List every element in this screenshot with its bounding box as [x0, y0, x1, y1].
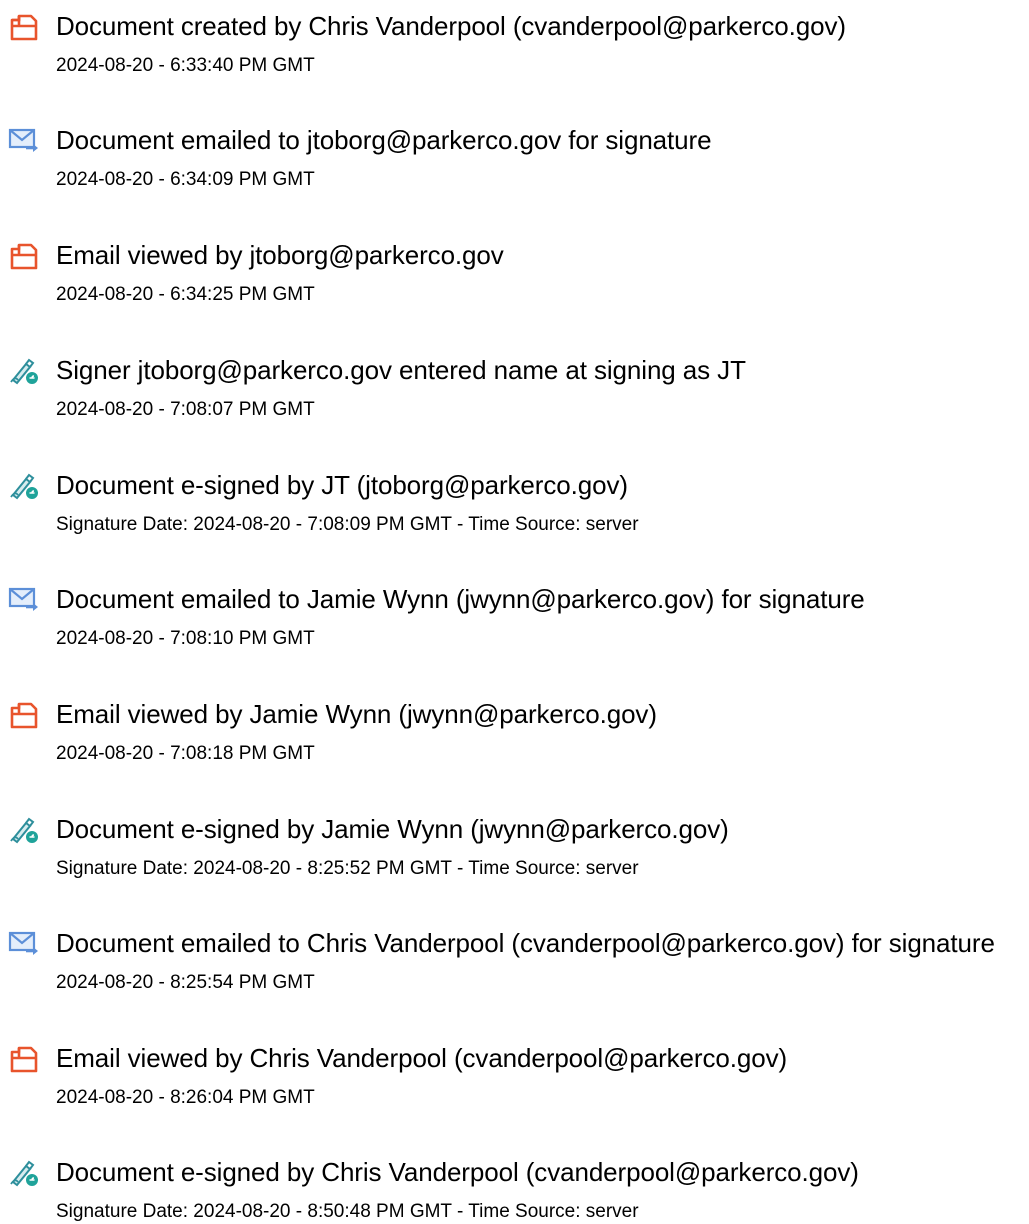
event-signature-date: Signature Date: 2024-08-20 - 8:50:48 PM … [56, 1201, 639, 1222]
event-title: Document emailed to Chris Vanderpool (cv… [56, 928, 995, 958]
signature-pen-icon [8, 815, 42, 845]
audit-event: Document emailed to jtoborg@parkerco.gov… [0, 114, 1029, 214]
email-sent-icon [8, 126, 42, 156]
event-timestamp: 2024-08-20 - 7:08:18 PM GMT [56, 743, 315, 764]
email-sent-icon [8, 929, 42, 959]
event-title: Document e-signed by Jamie Wynn (jwynn@p… [56, 814, 729, 844]
event-title: Document emailed to jtoborg@parkerco.gov… [56, 125, 712, 155]
signature-pen-icon [8, 356, 42, 386]
event-timestamp: 2024-08-20 - 6:34:25 PM GMT [56, 284, 315, 305]
audit-event: Email viewed by jtoborg@parkerco.gov 202… [0, 229, 1029, 329]
event-title: Document emailed to Jamie Wynn (jwynn@pa… [56, 584, 865, 614]
audit-event: Document e-signed by JT (jtoborg@parkerc… [0, 459, 1029, 559]
audit-event: Document emailed to Chris Vanderpool (cv… [0, 917, 1029, 1017]
audit-event: Signer jtoborg@parkerco.gov entered name… [0, 344, 1029, 444]
audit-event: Document e-signed by Jamie Wynn (jwynn@p… [0, 803, 1029, 903]
signature-pen-icon [8, 1158, 42, 1188]
event-title: Document created by Chris Vanderpool (cv… [56, 11, 846, 41]
event-timestamp: 2024-08-20 - 7:08:07 PM GMT [56, 399, 315, 420]
event-timestamp: 2024-08-20 - 6:33:40 PM GMT [56, 55, 315, 76]
event-timestamp: 2024-08-20 - 7:08:10 PM GMT [56, 628, 315, 649]
event-title: Signer jtoborg@parkerco.gov entered name… [56, 355, 746, 385]
event-timestamp: 2024-08-20 - 8:26:04 PM GMT [56, 1087, 315, 1108]
audit-trail-list: Document created by Chris Vanderpool (cv… [0, 0, 1029, 1224]
event-title: Document e-signed by Chris Vanderpool (c… [56, 1157, 859, 1187]
audit-event: Document emailed to Jamie Wynn (jwynn@pa… [0, 573, 1029, 673]
event-title: Email viewed by Jamie Wynn (jwynn@parker… [56, 699, 657, 729]
event-signature-date: Signature Date: 2024-08-20 - 7:08:09 PM … [56, 514, 639, 535]
audit-event: Email viewed by Jamie Wynn (jwynn@parker… [0, 688, 1029, 788]
event-timestamp: 2024-08-20 - 8:25:54 PM GMT [56, 972, 315, 993]
signature-pen-icon [8, 471, 42, 501]
document-icon [8, 1044, 42, 1074]
event-title: Document e-signed by JT (jtoborg@parkerc… [56, 470, 628, 500]
document-icon [8, 241, 42, 271]
document-icon [8, 12, 42, 42]
event-timestamp: 2024-08-20 - 6:34:09 PM GMT [56, 169, 315, 190]
audit-event: Document e-signed by Chris Vanderpool (c… [0, 1146, 1029, 1224]
event-title: Email viewed by jtoborg@parkerco.gov [56, 240, 504, 270]
audit-event: Document created by Chris Vanderpool (cv… [0, 0, 1029, 100]
email-sent-icon [8, 585, 42, 615]
document-icon [8, 700, 42, 730]
audit-event: Email viewed by Chris Vanderpool (cvande… [0, 1032, 1029, 1132]
event-title: Email viewed by Chris Vanderpool (cvande… [56, 1043, 788, 1073]
event-signature-date: Signature Date: 2024-08-20 - 8:25:52 PM … [56, 858, 639, 879]
